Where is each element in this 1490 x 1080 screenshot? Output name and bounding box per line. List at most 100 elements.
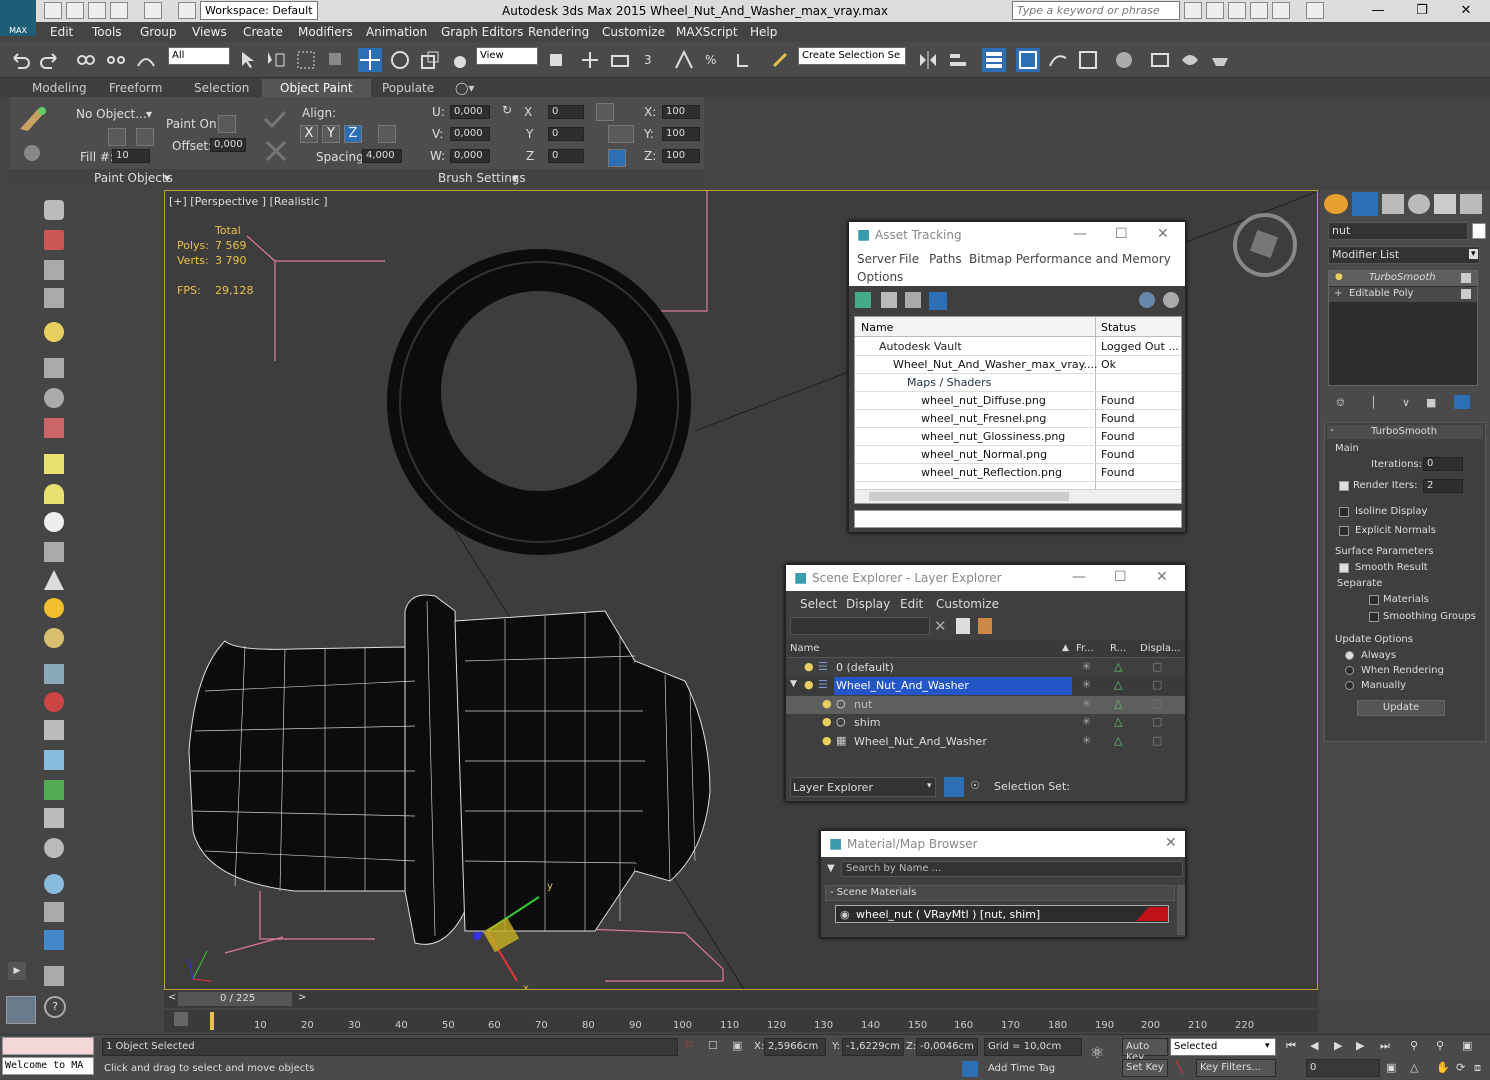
ref-coord-dropdown[interactable]: View [476,47,538,65]
menu-display[interactable]: Display [846,597,890,611]
menu-modifiers[interactable]: Modifiers [298,25,353,39]
freeze-icon[interactable]: ✳ [1082,678,1091,691]
list-item[interactable]: ● ▦ Wheel_Nut_And_Washer ✳ △ ▢ [786,733,1185,751]
particles-icon[interactable] [44,664,64,684]
paint-brush-icon[interactable] [16,103,52,133]
select-object-icon[interactable] [236,48,260,72]
fur-icon[interactable] [44,838,64,858]
key-icon[interactable]: ⚛ [1090,1043,1104,1062]
y-coord-field[interactable]: -1,6229cm [842,1038,904,1056]
menu-help[interactable]: Help [750,25,777,39]
sx-spinner[interactable]: 100 [662,105,700,119]
scale-icon[interactable] [596,103,614,121]
list-item[interactable]: ● ☰ 0 (default) ✳ △ ▢ [786,659,1185,677]
explicit-normals-checkbox[interactable] [1339,526,1349,536]
scene-materials-group[interactable]: - Scene Materials [825,885,1175,901]
render-teapot-icon[interactable]: △ [1114,660,1122,673]
motion-tab-icon[interactable] [1408,194,1430,214]
axis-x-button[interactable]: X [300,125,318,143]
smoothing-groups-checkbox[interactable] [1369,612,1379,622]
mini-viewport-icon[interactable] [6,996,36,1024]
snaps-toggle-icon[interactable]: 3 [642,48,666,72]
axis-z-button[interactable]: Z [344,125,362,143]
gear-icon[interactable] [44,750,64,770]
stack-item-turbosmooth[interactable]: ● TurboSmooth [1329,271,1477,286]
menu-customize[interactable]: Customize [936,597,999,611]
add-time-tag[interactable]: Add Time Tag [988,1063,1055,1074]
make-unique-icon[interactable]: ∨ [1402,396,1410,409]
render-teapot-icon[interactable]: △ [1114,697,1122,710]
tab-selection[interactable]: Selection [194,81,249,95]
expand-plus-icon[interactable]: + [1334,288,1342,299]
rollout-header[interactable]: - TurboSmooth [1327,425,1483,439]
isoline-checkbox[interactable] [1339,507,1349,517]
time-config-icon[interactable]: ▣ [1386,1061,1396,1074]
pyramid-icon[interactable] [44,720,64,740]
ry-spinner[interactable]: 0 [548,127,584,141]
fill-spinner[interactable]: 10 [112,149,150,163]
table-view-icon[interactable] [929,292,947,310]
menu-animation[interactable]: Animation [366,25,427,39]
col-name-header[interactable]: Name [861,321,893,334]
menu-edit[interactable]: Edit [50,25,73,39]
menu-views[interactable]: Views [192,25,227,39]
teapot-icon[interactable] [44,542,64,562]
find-input[interactable] [790,617,930,635]
proxy-icon[interactable] [44,902,64,922]
named-selection-dropdown[interactable]: Create Selection Se [798,47,906,65]
display-icon[interactable]: ▢ [1152,715,1162,728]
help-icon[interactable] [1306,2,1324,19]
pick-list-icon[interactable] [136,128,154,146]
plane-icon[interactable] [44,454,64,474]
viewcube-icon[interactable] [1233,213,1297,277]
table-row[interactable]: Maps / Shaders [855,374,1181,392]
unlink-icon[interactable] [104,48,128,72]
light-bulb-icon[interactable]: ● [822,734,832,747]
minimize-icon[interactable]: — [1366,3,1390,19]
ribbon-options-icon[interactable]: ◯▾ [455,81,474,95]
light-bulb-icon[interactable]: ● [1335,272,1343,282]
angle-snap-icon[interactable] [672,48,696,72]
pivot-icon[interactable] [544,48,568,72]
film-icon[interactable] [44,418,64,438]
orbit-icon[interactable]: ⟳ [1456,1061,1465,1074]
show-end-result-icon[interactable]: │ [1370,396,1377,409]
menu-group[interactable]: Group [140,25,177,39]
timeline-ruler[interactable]: 10 20 30 40 50 60 70 80 90 100 110 120 1… [164,1010,1318,1032]
x-coord-field[interactable]: 2,5966cm [764,1038,826,1056]
key-icon[interactable] [1206,2,1224,19]
prev-frame-icon[interactable]: < [168,992,176,1003]
when-rendering-radio[interactable] [1345,666,1354,675]
modifier-list-dropdown[interactable]: Modifier List ▾ [1328,246,1480,264]
window-crossing-icon[interactable] [324,48,348,72]
binoculars-icon[interactable] [1184,2,1202,19]
render-iters-spinner[interactable]: 2 [1423,479,1463,493]
light-bulb-icon[interactable]: ● [822,715,832,728]
light-bulb-icon[interactable]: ● [804,678,814,691]
minimize-icon[interactable]: — [1073,226,1087,242]
menu-paths[interactable]: Paths [929,252,962,266]
col-render-header[interactable]: R... [1110,643,1126,654]
new-icon[interactable] [44,2,62,19]
col-freeze-header[interactable]: Fr... [1076,643,1094,654]
cone-icon[interactable] [44,570,64,590]
menu-create[interactable]: Create [243,25,283,39]
minimize-icon[interactable]: — [1072,569,1086,585]
table-row[interactable]: wheel_nut_Diffuse.png Found [855,392,1181,410]
list-item[interactable]: ● ○ shim ✳ △ ▢ [786,714,1185,732]
render-elements-icon[interactable] [44,930,64,950]
tab-object-paint[interactable]: Object Paint [262,79,371,97]
time-tag-icon[interactable] [962,1061,978,1077]
configure-sets-icon[interactable] [1454,395,1470,409]
menu-maxscript[interactable]: MAXScript [676,25,738,39]
menu-select[interactable]: Select [800,597,837,611]
display-icon[interactable]: ▢ [1152,678,1162,691]
paint-objects-group[interactable]: Paint Objects [94,171,173,185]
display-icon[interactable]: ▢ [1152,697,1162,710]
play-icon[interactable]: ▶ [1334,1039,1342,1052]
material-search-input[interactable]: Search by Name ... [841,861,1183,877]
redo-icon[interactable] [144,2,162,19]
zoom-extents-icon[interactable]: ▣ [1462,1039,1472,1052]
render-iters-checkbox[interactable] [1339,481,1349,491]
project-icon[interactable] [178,2,196,19]
